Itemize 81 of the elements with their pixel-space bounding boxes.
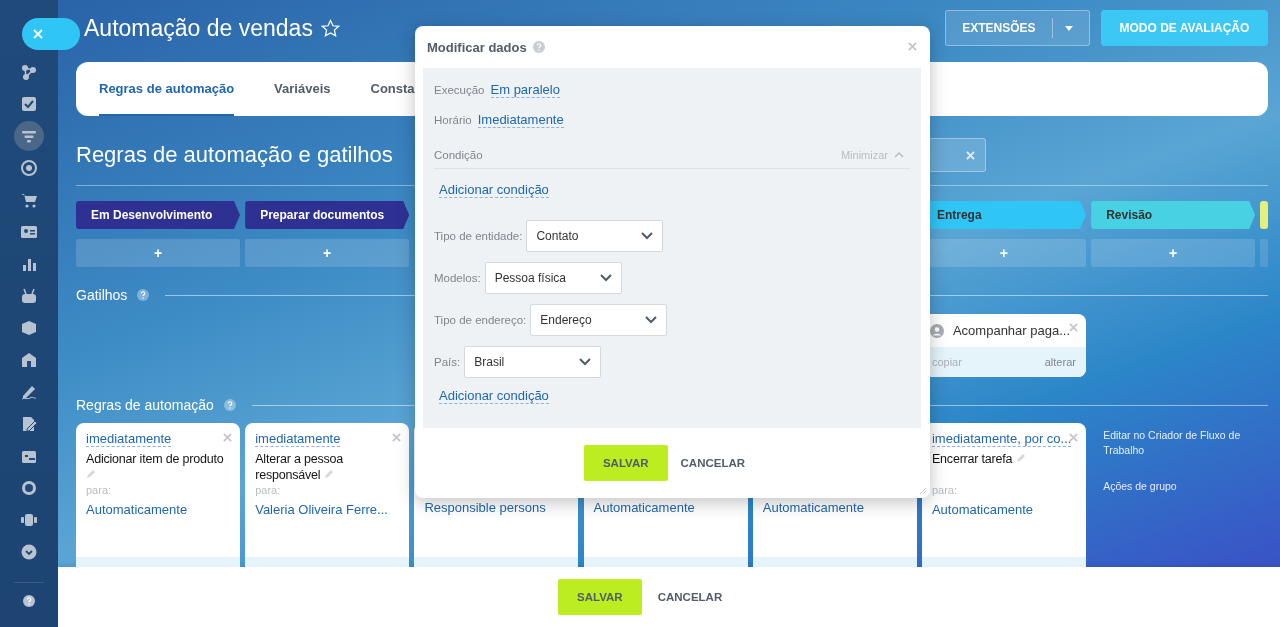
field-label: Tipo de endereço: [434, 314, 527, 326]
stage-header: Revisão [1091, 201, 1256, 229]
add-rule-button[interactable]: + [76, 239, 240, 267]
field-label: Tipo de entidade: [434, 230, 523, 242]
task-icon [21, 96, 37, 112]
select-field[interactable]: Pessoa física [484, 262, 622, 294]
chevron-down-icon [579, 358, 592, 366]
timing-link[interactable]: imediatamente [86, 431, 172, 447]
tab[interactable]: Variáveis [274, 62, 331, 116]
rules-title: Regras de automação [76, 397, 214, 413]
field-label: País: [434, 356, 461, 368]
select-field[interactable]: Contato [526, 220, 664, 252]
rule-title: Encerrar tarefa [931, 451, 1077, 484]
target-icon [21, 160, 37, 176]
timing-link[interactable]: imediatamente [255, 431, 341, 447]
page-title: Automação de vendas [84, 14, 313, 42]
cancel-button[interactable]: CANCELAR [678, 457, 748, 469]
condition-label: Condição [434, 149, 483, 161]
chevron-down-icon [599, 274, 612, 282]
more-icon [21, 544, 37, 560]
performer-link[interactable]: Valeria Oliveira Ferre... [255, 502, 401, 517]
chevron-icon [894, 152, 904, 158]
edit-link[interactable]: alterar [1044, 356, 1076, 368]
star-icon[interactable] [320, 18, 340, 38]
rule-title: Adicionar item de produto [86, 451, 231, 484]
calendar-icon [21, 448, 37, 464]
triggers-title: Gatilhos [76, 287, 128, 303]
extensions-button[interactable]: EXTENSÕES [945, 10, 1090, 46]
circle-icon [21, 480, 37, 496]
edit-icon [21, 416, 37, 432]
add-condition-link[interactable]: Adicionar condição [439, 182, 549, 198]
performer-link[interactable]: Automaticamente [931, 502, 1077, 517]
cancel-button[interactable]: CANCELAR [655, 591, 725, 603]
stage-header: Preparar documentos [245, 201, 410, 229]
caret-icon [1064, 25, 1073, 31]
field-label: Modelos: [434, 272, 481, 284]
cart-icon [21, 192, 37, 208]
help-icon[interactable] [23, 595, 35, 607]
for-label: para: [931, 484, 958, 496]
rule-title: Alterar a pessoa responsável [255, 451, 344, 484]
for-label: para: [255, 484, 282, 496]
trigger-title: Acompanhar paga... [952, 323, 1070, 338]
team-icon [21, 512, 37, 528]
performer-link[interactable]: Automaticamente [593, 500, 739, 515]
nodes-icon [21, 64, 37, 80]
chevron-down-icon [641, 232, 654, 240]
section-title: Regras de automação e gatilhos [76, 142, 393, 168]
dialog-title: Modificar dados [427, 39, 527, 55]
chevron-down-icon [645, 316, 658, 324]
for-label: para: [86, 484, 113, 496]
add-rule-slot [1260, 239, 1269, 267]
select-field[interactable]: Brasil [464, 346, 602, 378]
performer-link[interactable]: Responsible persons [424, 500, 570, 515]
close-button[interactable] [22, 18, 80, 50]
setting-label: Execução [434, 84, 485, 96]
box-icon [21, 320, 37, 336]
timing-link[interactable]: imediatamente, por co... [931, 431, 1072, 447]
contact-icon [21, 224, 37, 240]
performer-link[interactable]: Automaticamente [86, 502, 231, 517]
stage-header: Em Desenvolvimento [76, 201, 240, 229]
sidebar-item[interactable] [14, 121, 44, 151]
side-link[interactable]: Ações de grupo [1103, 479, 1269, 494]
setting-value-link[interactable]: Imediatamente [477, 112, 564, 128]
setting-value-link[interactable]: Em paralelo [490, 82, 560, 98]
add-condition-link[interactable]: Adicionar condição [439, 388, 549, 404]
setting-label: Horário [434, 114, 472, 126]
performer-link[interactable]: Automaticamente [762, 500, 908, 515]
store-icon [21, 352, 37, 368]
funnel-icon [21, 128, 37, 144]
tab[interactable]: Regras de automação [99, 62, 235, 116]
add-rule-button[interactable]: + [245, 239, 410, 267]
tab[interactable]: Consta [370, 62, 415, 116]
robot-icon [21, 288, 37, 304]
chart-icon [21, 256, 37, 272]
side-link[interactable]: Editar no Criador de Fluxo de Trabalho [1103, 428, 1269, 458]
resize-handle-icon[interactable] [919, 487, 927, 495]
save-button[interactable]: SALVAR [583, 445, 668, 481]
sign-icon [21, 384, 37, 400]
select-field[interactable]: Endereço [530, 304, 668, 336]
save-button[interactable]: SALVAR [558, 579, 642, 615]
close-icon [33, 29, 43, 39]
